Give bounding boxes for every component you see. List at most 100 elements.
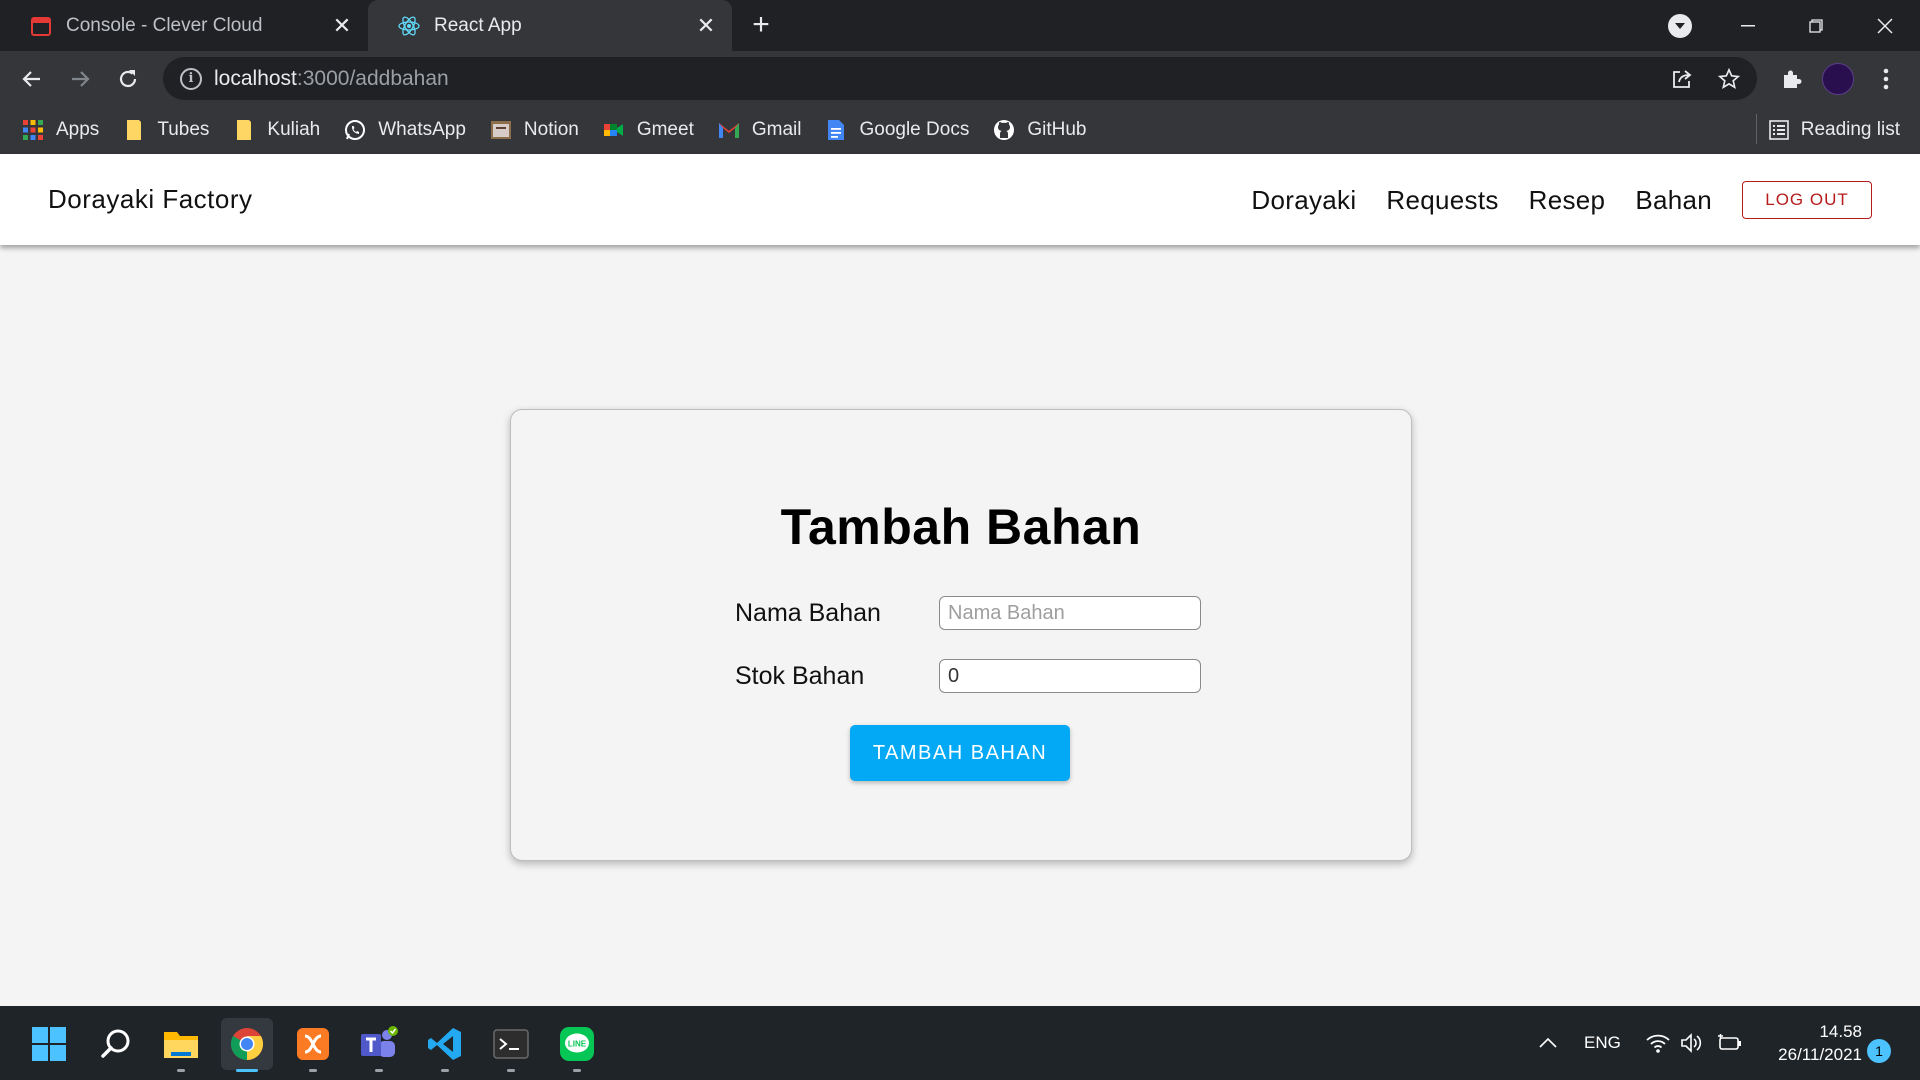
stok-bahan-input[interactable] <box>939 659 1201 693</box>
forward-icon[interactable] <box>64 63 96 95</box>
nama-bahan-input[interactable] <box>939 596 1201 630</box>
reading-list-icon <box>1768 120 1789 140</box>
calendar-icon <box>30 15 52 37</box>
tambah-bahan-button[interactable]: TAMBAH BAHAN <box>850 725 1070 781</box>
nama-bahan-label: Nama Bahan <box>735 598 881 627</box>
svg-text:LINE: LINE <box>568 1040 587 1049</box>
gmeet-icon <box>603 119 625 141</box>
new-tab-icon[interactable]: + <box>745 10 777 42</box>
search-icon[interactable] <box>90 1018 142 1070</box>
file-explorer-icon[interactable] <box>155 1018 207 1072</box>
bookmark-apps[interactable]: Apps <box>22 114 99 146</box>
nav-dorayaki[interactable]: Dorayaki <box>1251 185 1356 216</box>
react-icon <box>398 15 420 37</box>
bookmark-gmeet[interactable]: Gmeet <box>603 114 694 146</box>
add-bahan-card: Tambah Bahan Nama Bahan Stok Bahan TAMBA… <box>510 409 1412 861</box>
extensions-icon[interactable] <box>1775 63 1807 95</box>
nav-requests[interactable]: Requests <box>1386 185 1498 216</box>
brand-logo[interactable]: Dorayaki Factory <box>48 184 253 215</box>
app-navbar: Dorayaki Factory Dorayaki Requests Resep… <box>0 154 1920 245</box>
nama-bahan-row: Nama Bahan <box>735 596 1201 630</box>
terminal-icon[interactable] <box>485 1018 537 1072</box>
minimize-icon[interactable] <box>1718 0 1778 51</box>
bookmark-label: Google Docs <box>859 119 970 140</box>
close-tab-icon[interactable]: ✕ <box>328 12 356 40</box>
bookmark-star-icon[interactable] <box>1716 66 1742 92</box>
system-clock[interactable]: 14.58 26/11/2021 <box>1760 1020 1862 1066</box>
bookmark-label: Notion <box>523 119 579 140</box>
reading-list-label: Reading list <box>1800 119 1900 140</box>
tab-clever-cloud[interactable]: Console - Clever Cloud ✕ <box>0 0 368 51</box>
back-icon[interactable] <box>16 63 48 95</box>
vscode-icon[interactable] <box>419 1018 471 1072</box>
site-info-icon[interactable]: i <box>180 67 202 90</box>
teams-icon[interactable] <box>353 1018 405 1072</box>
tab-search-icon[interactable] <box>1668 14 1692 38</box>
tab-react-app[interactable]: React App ✕ <box>368 0 732 51</box>
tab-strip: Console - Clever Cloud ✕ React App ✕ + <box>0 0 1920 51</box>
bookmark-label: Gmeet <box>636 119 694 140</box>
nav-links: Dorayaki Requests Resep Bahan LOG OUT <box>1221 181 1872 219</box>
stok-bahan-row: Stok Bahan <box>735 659 1201 693</box>
start-icon[interactable] <box>23 1018 75 1070</box>
logout-button[interactable]: LOG OUT <box>1742 181 1872 219</box>
menu-icon[interactable] <box>1870 63 1902 95</box>
gmail-icon <box>718 119 740 141</box>
folder-icon <box>233 119 255 141</box>
bookmark-gmail[interactable]: Gmail <box>718 114 802 146</box>
bookmarks-bar: Apps Tubes Kuliah WhatsApp Notion Gmeet <box>0 106 1920 154</box>
bookmark-label: Apps <box>56 119 100 140</box>
notion-icon <box>490 119 512 141</box>
bookmark-label: Gmail <box>751 119 802 140</box>
web-page: Dorayaki Factory Dorayaki Requests Resep… <box>0 154 1920 1006</box>
bookmark-label: GitHub <box>1027 119 1087 140</box>
url-text: localhost:3000/addbahan <box>214 66 449 90</box>
github-icon <box>993 119 1015 141</box>
share-icon[interactable] <box>1669 66 1695 92</box>
page-title: Tambah Bahan <box>780 499 1142 555</box>
stok-bahan-label: Stok Bahan <box>735 661 865 690</box>
bookmark-kuliah[interactable]: Kuliah <box>233 114 320 146</box>
running-indicator <box>309 1069 317 1072</box>
bookmark-whatsapp[interactable]: WhatsApp <box>344 114 466 146</box>
bookmark-google-docs[interactable]: Google Docs <box>825 114 969 146</box>
nav-bahan[interactable]: Bahan <box>1635 185 1712 216</box>
nav-resep[interactable]: Resep <box>1529 185 1606 216</box>
apps-grid-icon <box>22 119 44 141</box>
running-indicator <box>507 1069 515 1072</box>
profile-avatar[interactable] <box>1822 63 1854 95</box>
bookmark-tubes[interactable]: Tubes <box>123 114 209 146</box>
bookmarks-divider <box>1756 114 1757 144</box>
address-bar[interactable]: i localhost:3000/addbahan <box>163 57 1757 100</box>
clock-time: 14.58 <box>1819 1022 1862 1041</box>
folder-icon <box>123 119 145 141</box>
close-window-icon[interactable] <box>1855 0 1915 51</box>
language-indicator[interactable]: ENG <box>1584 1006 1621 1080</box>
google-docs-icon <box>825 119 847 141</box>
bookmark-notion[interactable]: Notion <box>490 114 579 146</box>
reading-list-button[interactable]: Reading list <box>1768 106 1900 154</box>
wifi-icon[interactable] <box>1646 1006 1670 1080</box>
whatsapp-icon <box>344 119 366 141</box>
running-indicator <box>177 1069 185 1072</box>
volume-icon[interactable] <box>1680 1006 1702 1080</box>
browser-toolbar: i localhost:3000/addbahan <box>0 51 1920 106</box>
taskbar: LINE ENG 14.58 26/11/2021 1 <box>0 1006 1920 1080</box>
close-tab-icon[interactable]: ✕ <box>692 12 720 40</box>
bookmark-label: Kuliah <box>267 119 321 140</box>
running-indicator <box>236 1069 258 1072</box>
notification-badge[interactable]: 1 <box>1867 1039 1891 1063</box>
running-indicator <box>375 1069 383 1072</box>
chrome-icon[interactable] <box>221 1018 273 1072</box>
show-hidden-icons[interactable] <box>1538 1006 1558 1080</box>
tab-title: React App <box>434 14 522 36</box>
reload-icon[interactable] <box>112 63 144 95</box>
battery-icon[interactable] <box>1717 1006 1743 1080</box>
line-icon[interactable]: LINE <box>551 1018 603 1072</box>
clock-date: 26/11/2021 <box>1778 1045 1862 1064</box>
restore-icon[interactable] <box>1786 0 1846 51</box>
bookmark-github[interactable]: GitHub <box>993 114 1086 146</box>
xampp-icon[interactable] <box>287 1018 339 1072</box>
running-indicator <box>573 1069 581 1072</box>
tab-title: Console - Clever Cloud <box>66 14 263 36</box>
